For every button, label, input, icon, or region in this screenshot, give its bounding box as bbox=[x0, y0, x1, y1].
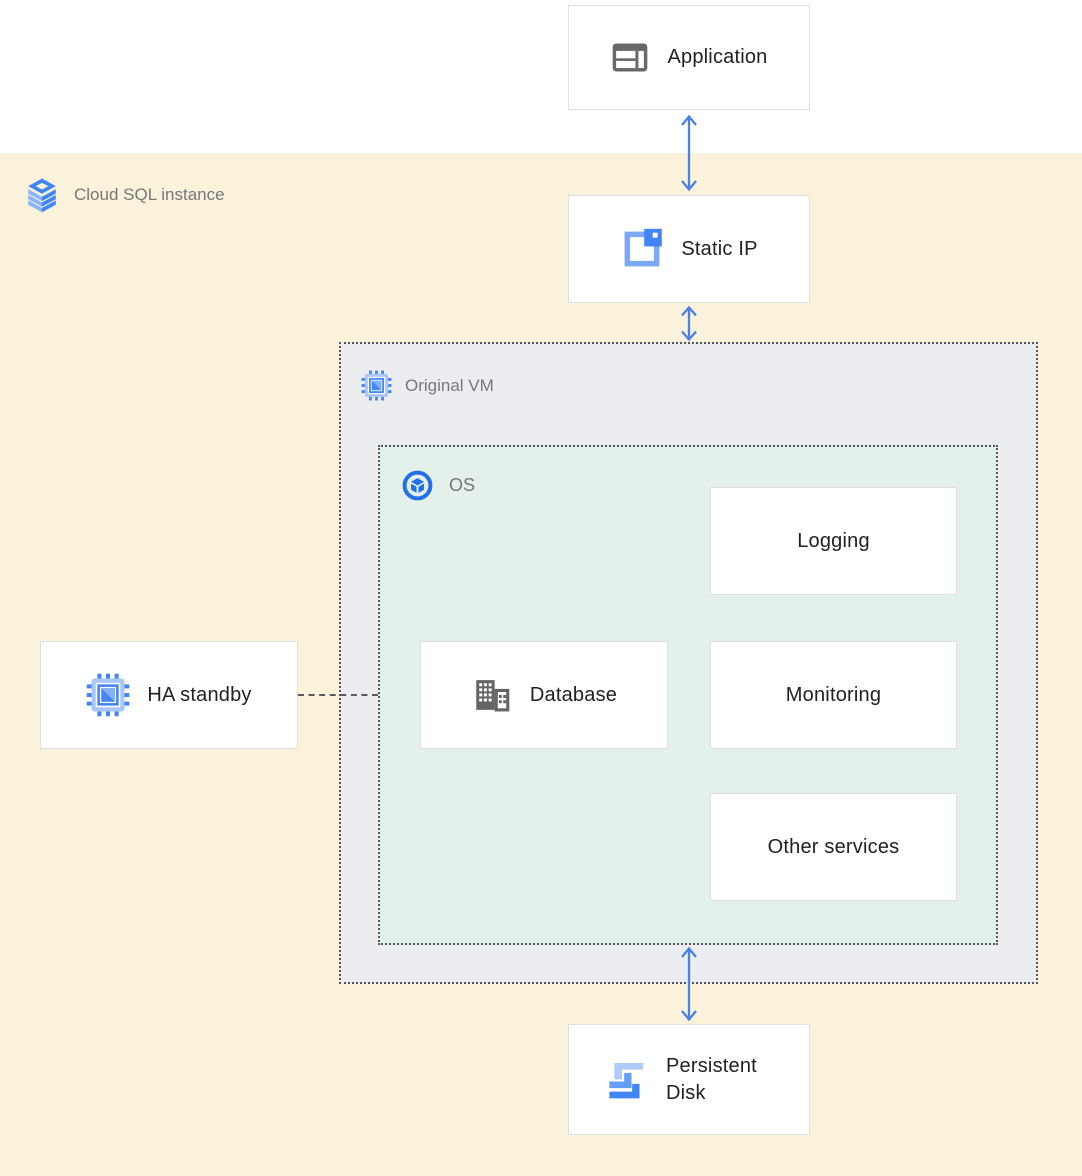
node-ha-standby: HA standby bbox=[40, 641, 298, 749]
dashed-link-ha-standby-os bbox=[298, 694, 378, 696]
zone-label-text: OS bbox=[449, 475, 475, 496]
node-label: Application bbox=[667, 46, 767, 69]
node-label: Persistent Disk bbox=[666, 1053, 772, 1107]
node-label: Other services bbox=[768, 836, 900, 859]
node-label: Logging bbox=[797, 530, 870, 553]
zone-label-text: Original VM bbox=[405, 376, 494, 396]
node-logging: Logging bbox=[710, 487, 957, 595]
static-ip-icon bbox=[620, 227, 664, 271]
node-label: Monitoring bbox=[786, 684, 881, 707]
application-window-icon bbox=[610, 41, 650, 74]
diagram-canvas: Cloud SQL instance Original VM bbox=[0, 0, 1082, 1176]
node-static-ip: Static IP bbox=[568, 195, 810, 303]
compute-engine-icon bbox=[361, 370, 392, 401]
zone-label-os: OS bbox=[401, 469, 475, 502]
node-label: Static IP bbox=[681, 238, 757, 261]
os-icon bbox=[401, 469, 434, 502]
node-persistent-disk: Persistent Disk bbox=[568, 1024, 810, 1135]
node-monitoring: Monitoring bbox=[710, 641, 957, 749]
arrow-application-static-ip bbox=[676, 114, 702, 192]
database-building-icon bbox=[471, 674, 513, 716]
cloud-sql-icon bbox=[24, 176, 60, 214]
node-application: Application bbox=[568, 5, 810, 110]
node-label: HA standby bbox=[147, 684, 251, 707]
node-label: Database bbox=[530, 684, 617, 707]
arrow-os-persistent-disk bbox=[676, 946, 702, 1022]
top-white-band bbox=[0, 0, 1082, 153]
arrow-static-ip-original-vm bbox=[676, 305, 702, 342]
node-database: Database bbox=[420, 641, 668, 749]
persistent-disk-icon bbox=[606, 1060, 646, 1100]
node-other-services: Other services bbox=[710, 793, 957, 901]
zone-label-text: Cloud SQL instance bbox=[74, 185, 225, 205]
zone-label-original-vm: Original VM bbox=[361, 370, 494, 401]
compute-engine-icon bbox=[86, 673, 130, 717]
zone-label-cloud-sql: Cloud SQL instance bbox=[24, 176, 225, 214]
